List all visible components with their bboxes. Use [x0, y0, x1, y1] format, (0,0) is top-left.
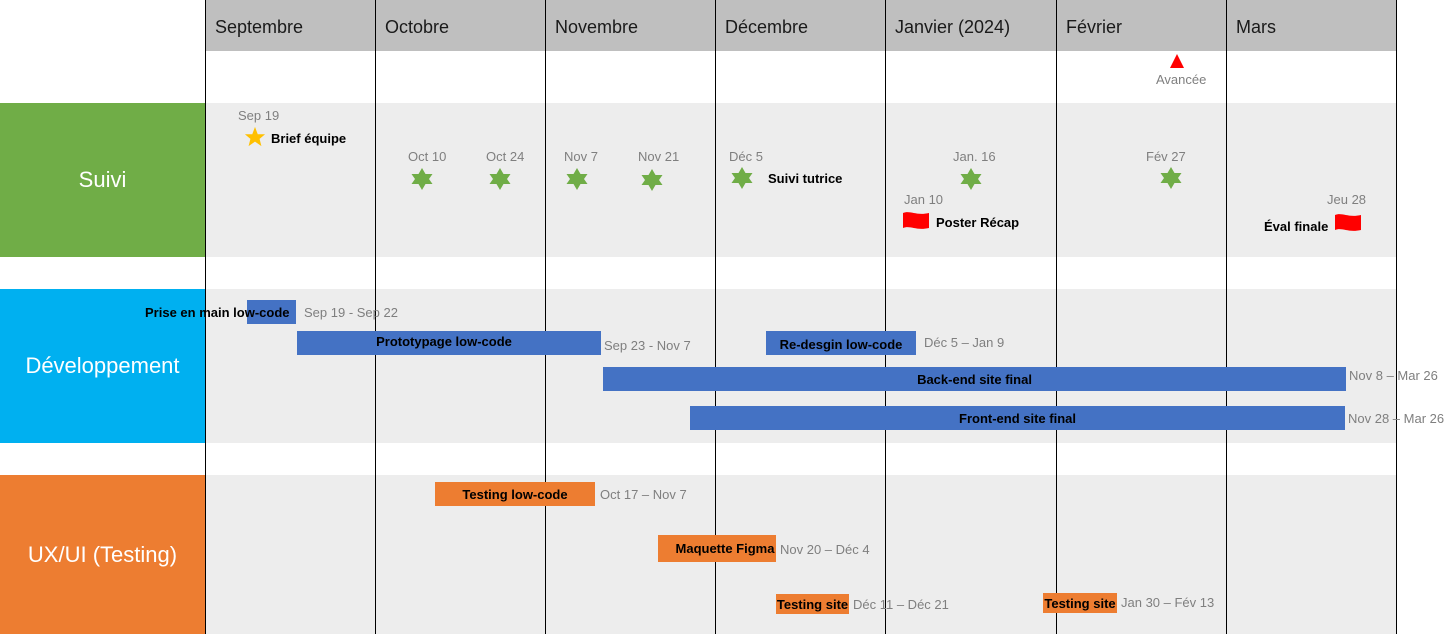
task-bar-redesign: Re-desgin low-code — [766, 331, 916, 355]
month-september: Septembre — [215, 17, 304, 37]
milestone-date: Sep 19 — [238, 108, 280, 123]
task-label: Front-end site final — [959, 410, 1076, 426]
task-label: Re-desgin low-code — [779, 336, 903, 352]
grid-line — [1056, 0, 1057, 634]
milestone-date: Nov 7 — [564, 149, 598, 164]
task-bar-front-end: Front-end site final — [690, 406, 1345, 430]
task-label: Prise en main low-code — [145, 305, 290, 320]
grid-line — [545, 0, 546, 634]
month-january: Janvier (2024) — [895, 17, 1011, 37]
milestone-date: Jan 10 — [904, 192, 944, 207]
task-bar-testing-site-2: Testing site — [1043, 593, 1117, 613]
grid-line — [1396, 0, 1397, 634]
milestone-label: Éval finale — [1264, 219, 1329, 234]
task-bar-testing-site-1: Testing site — [776, 594, 849, 614]
milestone-label: Poster Récap — [936, 215, 1020, 230]
task-label: Testing site — [776, 596, 849, 612]
green-star-icon — [731, 167, 753, 189]
task-dates: Nov 20 – Déc 4 — [780, 542, 870, 557]
task-dates: Nov 28 – Mar 26 — [1348, 411, 1445, 426]
milestone-date: Déc 5 — [729, 149, 763, 164]
task-label: Prototypage low-code — [376, 333, 512, 349]
category-label: Développement — [25, 353, 180, 378]
task-bar-prototypage: Prototypage low-code — [297, 331, 601, 355]
red-flag-icon — [903, 212, 929, 229]
green-star-icon — [411, 168, 433, 190]
task-dates: Déc 11 – Déc 21 — [853, 597, 949, 612]
milestone-label: Brief équipe — [271, 131, 347, 146]
green-star-icon — [1160, 167, 1182, 189]
today-label: Avancée — [1156, 72, 1207, 87]
task-dates: Jan 30 – Fév 13 — [1121, 595, 1215, 610]
task-label: Testing site — [1044, 595, 1116, 611]
gold-star-icon — [244, 126, 266, 147]
task-dates: Déc 5 – Jan 9 — [924, 335, 1005, 350]
task-label: Testing low-code — [462, 486, 568, 502]
month-december: Décembre — [725, 17, 809, 37]
grid-line — [1226, 0, 1227, 634]
task-dates: Nov 8 – Mar 26 — [1349, 368, 1438, 383]
triangle-up-icon — [1170, 54, 1184, 68]
month-february: Février — [1066, 17, 1123, 37]
month-march: Mars — [1236, 17, 1276, 37]
milestone-date: Jan. 16 — [953, 149, 996, 164]
task-dates: Sep 23 - Nov 7 — [604, 338, 691, 353]
category-suivi: Suivi — [0, 103, 205, 257]
category-ux: UX/UI (Testing) — [0, 475, 205, 634]
task-bar-testing-low-code: Testing low-code — [435, 482, 595, 506]
green-star-icon — [641, 169, 663, 191]
milestone-date: Fév 27 — [1146, 149, 1186, 164]
task-label: Back-end site final — [917, 371, 1032, 387]
red-flag-icon — [1335, 214, 1361, 231]
grid-line — [885, 0, 886, 634]
task-dates: Sep 19 - Sep 22 — [304, 305, 398, 320]
task-bar-maquette-figma: Maquette Figma — [658, 535, 776, 562]
task-label: Maquette Figma — [675, 541, 775, 556]
green-star-icon — [489, 168, 511, 190]
month-october: Octobre — [385, 17, 450, 37]
category-label: Suivi — [78, 167, 127, 192]
milestone-date: Oct 10 — [408, 149, 447, 164]
green-star-icon — [566, 168, 588, 190]
milestone-label: Suivi tutrice — [768, 171, 843, 186]
category-label: UX/UI (Testing) — [27, 541, 178, 567]
task-bar-back-end: Back-end site final — [603, 367, 1346, 391]
milestone-date: Nov 21 — [638, 149, 680, 164]
month-november: Novembre — [555, 17, 639, 37]
milestone-date: Jeu 28 — [1327, 192, 1367, 207]
task-dates: Oct 17 – Nov 7 — [600, 487, 687, 502]
milestone-date: Oct 24 — [486, 149, 525, 164]
green-star-icon — [960, 168, 982, 190]
